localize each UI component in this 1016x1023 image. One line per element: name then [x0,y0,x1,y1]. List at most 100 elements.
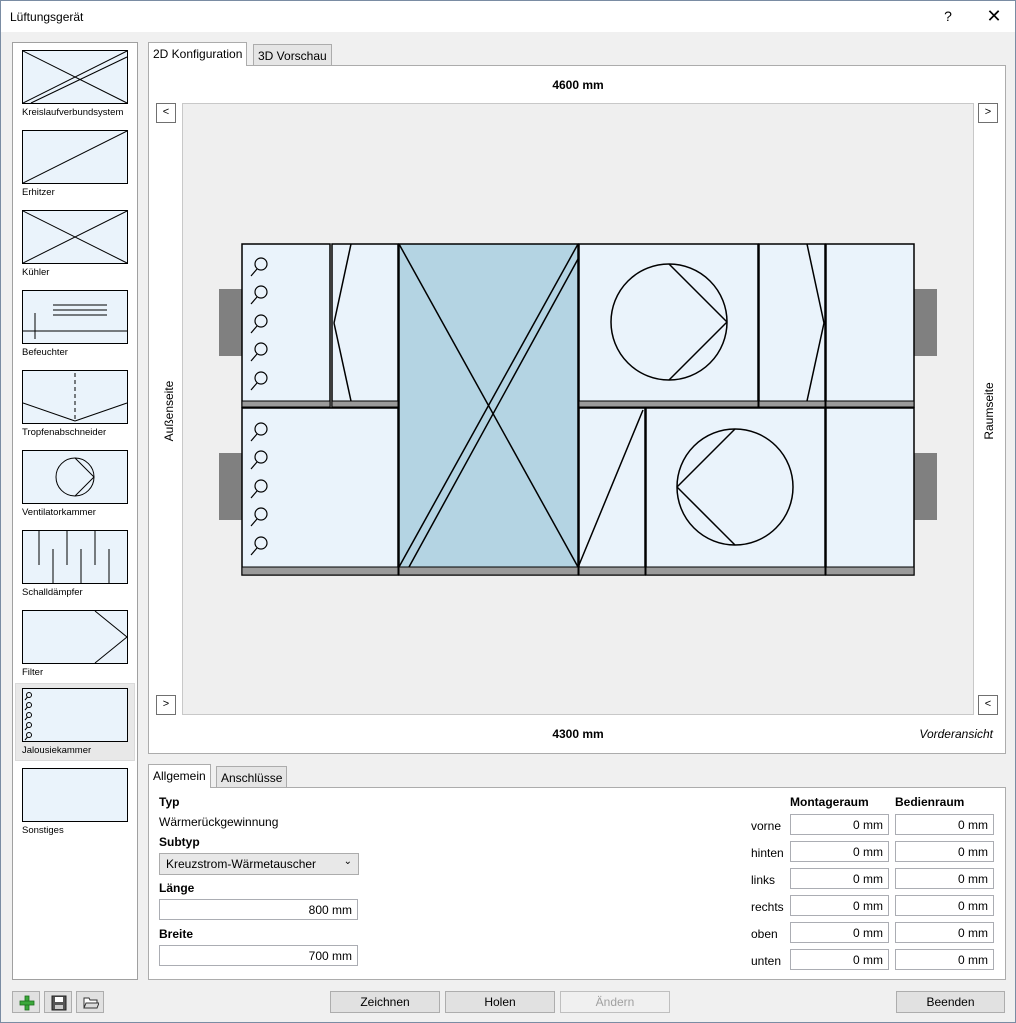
damper-icon [22,688,128,742]
palette-item-label: Tropfenabschneider [22,427,107,438]
montage-oben-input[interactable]: 0 mm [790,922,889,943]
space-row-label-oben: oben [751,927,778,941]
plus-icon [19,995,35,1011]
shift-left-top-button[interactable]: < [156,103,176,123]
filter-icon [22,610,128,664]
palette-item-label: Kühler [22,267,50,278]
save-button[interactable] [44,991,72,1013]
duct-outer-top [219,289,242,356]
bedien-oben-input[interactable]: 0 mm [895,922,994,943]
window-title: Lüftungsgerät [10,10,84,24]
palette-item-jalousiekammer[interactable]: Jalousiekammer [15,683,135,761]
shift-right-bottom-button[interactable]: > [156,695,176,715]
palette-item-label: Filter [22,667,44,678]
bedienraum-header: Bedienraum [895,795,965,809]
zeichnen-button[interactable]: Zeichnen [330,991,440,1013]
save-icon [51,995,67,1011]
palette-item-label: Schalldämpfer [22,587,83,598]
chevron-down-icon: ⌄ [343,856,352,867]
subtyp-select[interactable]: Kreuzstrom-Wärmetauscher ⌄ [159,853,359,875]
unit-fan-bottom [645,407,826,576]
fan-icon [22,450,128,504]
montage-links-input[interactable]: 0 mm [790,868,889,889]
properties-panel: Typ Wärmerückgewinnung Subtyp Kreuzstrom… [148,787,1006,980]
palette-item-filter[interactable]: Filter [15,605,135,683]
humidifier-icon [22,290,128,344]
bedien-rechts-input[interactable]: 0 mm [895,895,994,916]
tab-3d-vorschau[interactable]: 3D Vorschau [253,44,332,66]
unit-damper-top [241,243,331,408]
cross-double-icon [22,50,128,104]
folder-open-icon [83,997,99,1009]
subtyp-value: Kreuzstrom-Wärmetauscher [166,857,317,871]
montage-unten-input[interactable]: 0 mm [790,949,889,970]
breite-input[interactable]: 700 mm [159,945,358,966]
unit-heater-bottom [578,407,646,576]
palette-item-schalldaempfer[interactable]: Schalldämpfer [15,525,135,603]
unit-filter-top-right [758,243,826,408]
space-row-label-unten: unten [751,954,782,968]
beenden-button[interactable]: Beenden [896,991,1005,1013]
side-label-right: Raumseite [979,366,999,456]
palette-item-kreislaufverbundsystem[interactable]: Kreislaufverbundsystem [15,45,135,123]
unit-outlet-top [825,243,915,408]
close-button[interactable]: ✕ [977,1,1011,32]
palette-item-label: Befeuchter [22,347,68,358]
bedien-vorne-input[interactable]: 0 mm [895,814,994,835]
cross-icon [22,210,128,264]
tab-anschluesse[interactable]: Anschlüsse [216,766,288,788]
palette-item-erhitzer[interactable]: Erhitzer [15,125,135,203]
component-palette: Kreislaufverbundsystem Erhitzer Kühler B… [12,42,138,980]
aendern-button[interactable]: Ändern [560,991,670,1013]
unit-outlet-bottom [825,407,915,576]
config-panel: 4600 mm < > > < Außenseite Raumseite 430… [148,65,1006,754]
montage-hinten-input[interactable]: 0 mm [790,841,889,862]
palette-item-sonstiges[interactable]: Sonstiges [15,763,135,841]
montageraum-header: Montageraum [790,795,869,809]
palette-item-label: Jalousiekammer [22,745,92,756]
laenge-input[interactable]: 800 mm [159,899,358,920]
title-bar: Lüftungsgerät ? ✕ [1,1,1015,32]
blank-icon [22,768,128,822]
droplet-separator-icon [22,370,128,424]
typ-value: Wärmerückgewinnung [159,815,279,829]
add-button[interactable] [12,991,40,1013]
palette-item-label: Sonstiges [22,825,64,836]
duct-room-bottom [914,453,937,520]
palette-item-label: Erhitzer [22,187,55,198]
open-button[interactable] [76,991,104,1013]
space-row-label-rechts: rechts [751,900,784,914]
bedien-links-input[interactable]: 0 mm [895,868,994,889]
space-row-label-vorne: vorne [751,819,782,833]
help-button[interactable]: ? [931,1,965,32]
tab-2d-konfiguration[interactable]: 2D Konfiguration [148,42,248,66]
shift-left-bottom-button[interactable]: < [978,695,998,715]
dialog-window: Lüftungsgerät ? ✕ Kreislaufverbundsystem… [0,0,1016,1023]
bedien-unten-input[interactable]: 0 mm [895,949,994,970]
montage-rechts-input[interactable]: 0 mm [790,895,889,916]
unit-filter-top [331,243,399,408]
side-right-text: Raumseite [982,382,996,440]
montage-vorne-input[interactable]: 0 mm [790,814,889,835]
space-row-label-hinten: hinten [751,846,784,860]
side-left-text: Außenseite [162,380,176,442]
palette-item-kuehler[interactable]: Kühler [15,205,135,283]
palette-item-ventilatorkammer[interactable]: Ventilatorkammer [15,445,135,523]
palette-item-befeuchter[interactable]: Befeuchter [15,285,135,363]
side-label-left: Außenseite [159,366,179,456]
drawing-canvas[interactable] [182,103,974,715]
holen-button[interactable]: Holen [445,991,555,1013]
shift-right-top-button[interactable]: > [978,103,998,123]
diagonal-icon [22,130,128,184]
view-label: Vorderansicht [919,727,993,741]
bedien-hinten-input[interactable]: 0 mm [895,841,994,862]
duct-room-top [914,289,937,356]
subtyp-label: Subtyp [159,835,200,849]
dimension-top: 4600 mm [552,78,604,92]
dimension-bottom: 4300 mm [552,727,604,741]
palette-item-tropfenabschneider[interactable]: Tropfenabschneider [15,365,135,443]
tab-allgemein[interactable]: Allgemein [148,764,211,788]
palette-item-label: Kreislaufverbundsystem [22,107,124,118]
space-row-label-links: links [751,873,776,887]
unit-damper-bottom [241,407,399,576]
